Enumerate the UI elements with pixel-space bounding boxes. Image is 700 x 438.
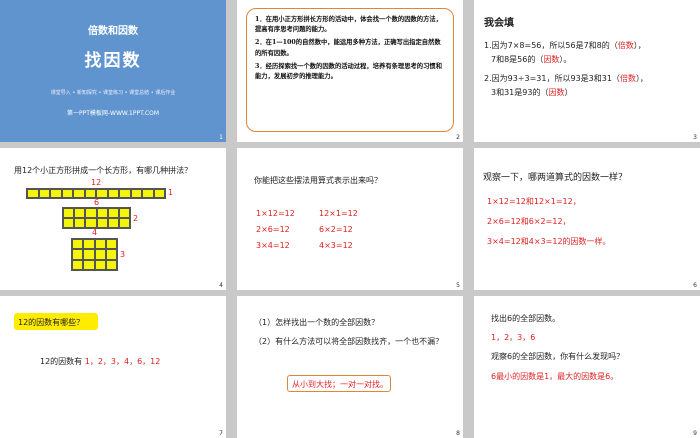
slide-7[interactable]: 12的因数有哪些？ 12的因数有 1，2，3，4，6，12 7	[0, 296, 226, 438]
answer-line: 12的因数有 1，2，3，4，6，12	[40, 357, 161, 366]
factors-of-6: 1，2，3，6	[491, 333, 536, 342]
equation-right-3: 4×3=12	[319, 241, 353, 250]
question-1: （1）怎样找出一个数的全部因数？	[254, 318, 380, 327]
slide-4[interactable]: 用12个小正方形拼成一个长方形，有哪几种拼法？ 12 1 6 2 4 3 4	[0, 148, 226, 290]
equation-right-1: 12×1=12	[319, 209, 358, 218]
heading: 我会填	[484, 18, 514, 29]
question: 观察一下，哪两道算式的因数一样？	[483, 173, 628, 183]
slide-6[interactable]: 观察一下，哪两道算式的因数一样？ 1×12=12和12×1=12， 2×6=12…	[474, 148, 700, 290]
observation-2: 2×6=12和6×2=12，	[487, 217, 571, 226]
goal-2: 2．在1—100的自然数中，能运用多种方法，正确写出指定自然数的所有因数。	[255, 39, 441, 57]
site-label: 第一PPT模板网-WWW.1PPT.COM	[66, 110, 160, 117]
slide-number: 8	[456, 430, 460, 437]
slide-number: 4	[219, 282, 223, 289]
equation-right-2: 6×2=12	[319, 225, 353, 234]
slide-kicker: 倍数和因数	[88, 26, 138, 37]
goals-box: 1．在用小正方形拼长方形的活动中，体会找一个数的因数的方法，提高有序思考问题的能…	[246, 8, 454, 132]
label-2: 2	[133, 214, 139, 223]
prompt-line: 找出6的全部因数。	[491, 314, 561, 323]
observation-1: 1×12=12和12×1=12，	[487, 197, 581, 206]
fill-line-4: 3和31是93的（因数）	[491, 88, 573, 97]
label-12: 12	[91, 178, 102, 187]
goal-3: 3．经历探索找一个数的因数的活动过程，培养有条理思考的习惯和能力，发展初步的推理…	[255, 62, 442, 81]
fill-line-3: 2.因为93÷3=31，所以93是3和31（倍数），	[484, 74, 648, 83]
question-badge-text: 12的因数有哪些？	[18, 318, 85, 327]
observation-3: 3×4=12和4×3=12的因数一样。	[487, 237, 611, 246]
equation-left-3: 3×4=12	[256, 241, 290, 250]
grid-2x6	[62, 207, 131, 229]
goal-1: 1．在用小正方形拼长方形的活动中，体会找一个数的因数的方法，提高有序思考问题的能…	[255, 16, 442, 34]
question: 你能把这些摆法用算式表示出来吗？	[254, 176, 382, 185]
slide-3[interactable]: 我会填 1.因为7×8=56，所以56是7和8的（倍数）， 7和8是56的（因数…	[474, 0, 700, 142]
slide-9[interactable]: 找出6的全部因数。 1，2，3，6 观察6的全部因数，你有什么发现吗？ 6最小的…	[474, 296, 700, 438]
slide-1[interactable]: 倍数和因数 找因数 课堂导入 • 新知探究 • 课堂练习 • 课堂总结 • 课后…	[0, 0, 226, 142]
slide-5[interactable]: 你能把这些摆法用算式表示出来吗？ 1×12=12 2×6=12 3×4=12 1…	[237, 148, 463, 290]
slide-number: 7	[219, 430, 223, 437]
slide-8[interactable]: （1）怎样找出一个数的全部因数？ （2）有什么方法可以将全部因数找齐，一个也不漏…	[237, 296, 463, 438]
question-2: （2）有什么方法可以将全部因数找齐，一个也不漏？	[254, 337, 444, 346]
label-6: 6	[94, 198, 100, 207]
slide-2[interactable]: 1．在用小正方形拼长方形的活动中，体会找一个数的因数的方法，提高有序思考问题的能…	[237, 0, 463, 142]
conclusion-line: 6最小的因数是1，最大的因数是6。	[491, 372, 619, 381]
answer-text: 从小到大找；一对一对找。	[292, 380, 388, 389]
question: 用12个小正方形拼成一个长方形，有哪几种拼法？	[14, 166, 193, 175]
slide-number: 5	[456, 282, 460, 289]
slide-number: 6	[693, 282, 697, 289]
slide-number: 9	[693, 430, 697, 437]
slide-title: 找因数	[84, 51, 142, 71]
slide-number: 3	[693, 134, 697, 141]
slide-number: 1	[219, 134, 223, 141]
label-1: 1	[168, 188, 174, 197]
observe-line: 观察6的全部因数，你有什么发现吗？	[491, 352, 625, 361]
equation-left-1: 1×12=12	[256, 209, 295, 218]
equation-left-2: 2×6=12	[256, 225, 290, 234]
fill-line-1: 1.因为7×8=56，所以56是7和8的（倍数），	[484, 41, 646, 50]
label-3: 3	[120, 250, 126, 259]
slide-number: 2	[456, 134, 460, 141]
section-list: 课堂导入 • 新知探究 • 课堂练习 • 课堂总结 • 课后作业	[50, 90, 176, 96]
fill-line-2: 7和8是56的（因数）。	[491, 55, 572, 64]
grid-3x4	[71, 238, 118, 271]
label-4: 4	[92, 228, 98, 237]
